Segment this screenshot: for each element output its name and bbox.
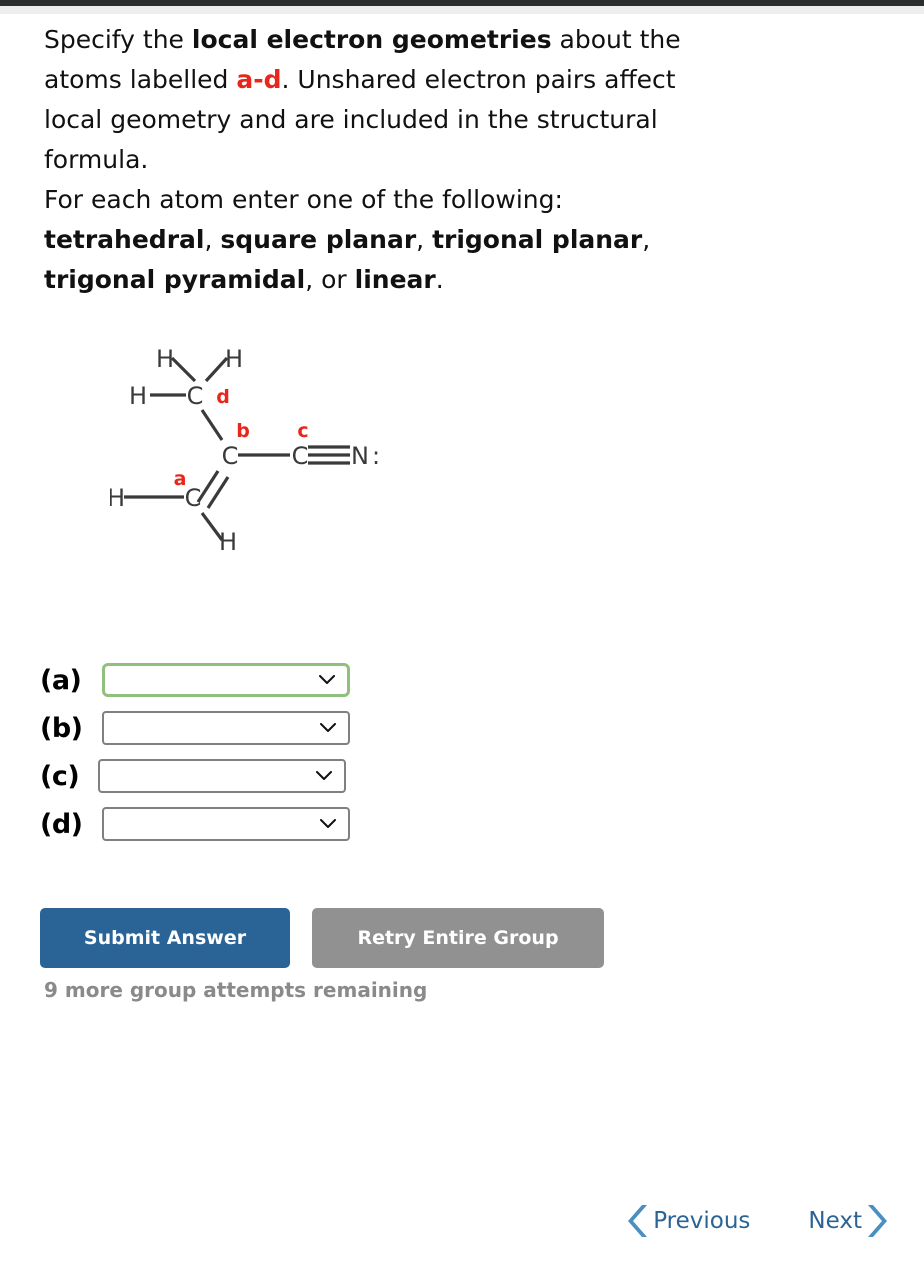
atom-h-left-lower: H [110, 484, 125, 512]
option-square-planar: square planar [220, 225, 417, 254]
chevron-left-icon [627, 1202, 651, 1240]
geometry-select-d[interactable] [102, 807, 350, 841]
atom-h-top-right: H [225, 345, 243, 373]
prompt-label-range-a-d: a-d [236, 65, 282, 94]
geometry-select-b[interactable] [102, 711, 350, 745]
answer-dropdown-list: (a) (b) (c) (d) [40, 662, 440, 854]
atom-c-methyl: C [187, 382, 204, 410]
molecule-label-c: c [297, 420, 308, 442]
prompt-line-3: local geometry and are included in the s… [44, 105, 658, 134]
atom-n-nitrile: N [351, 442, 369, 470]
answer-row-c: (c) [40, 758, 440, 794]
prompt-line-4: formula. [44, 145, 149, 174]
previous-label: Previous [653, 1208, 751, 1234]
bond-methyl-center [200, 409, 224, 441]
geometry-select-a[interactable] [102, 663, 350, 697]
bond-h-methyl-upleft [170, 356, 197, 383]
answer-row-a: (a) [40, 662, 440, 698]
prompt-line-5: For each atom enter one of the following… [44, 185, 563, 214]
structural-formula-diagram: H H H C C C N : H C H d b c a [110, 325, 400, 575]
answer-row-b: (b) [40, 710, 440, 746]
chevron-right-icon [864, 1202, 888, 1240]
answer-label-b: (b) [40, 712, 83, 744]
answer-label-c: (c) [40, 760, 80, 792]
molecule-label-b: b [236, 420, 250, 442]
answer-label-d: (d) [40, 808, 83, 840]
options-line-1-end: , [642, 225, 651, 254]
prompt-emphasis-local-electron-geometries: local electron geometries [191, 25, 552, 54]
options-sep-1: , [204, 225, 221, 254]
atom-h-top-left: H [156, 345, 174, 373]
chevron-down-icon [319, 675, 335, 685]
bottom-navigation: Previous Next [627, 1202, 888, 1240]
bond-h-methyl-upright [204, 356, 229, 383]
prompt-line-1-part-3: about the [551, 25, 681, 54]
option-tetrahedral: tetrahedral [44, 225, 205, 254]
atom-c-center: C [222, 442, 239, 470]
question-prompt: Specify the local electron geometries ab… [44, 20, 844, 300]
chevron-down-icon [320, 723, 336, 733]
next-label: Next [808, 1208, 862, 1234]
option-linear: linear [354, 265, 436, 294]
prompt-line-2-part-1: atoms labelled [44, 65, 237, 94]
attempts-remaining-text: 9 more group attempts remaining [44, 978, 428, 1002]
prompt-line-2: atoms labelled a-d. Unshared electron pa… [44, 60, 844, 100]
options-sep-3: , or [305, 265, 355, 294]
toolbar-strip [0, 6, 924, 14]
answer-row-d: (d) [40, 806, 440, 842]
prompt-line-2-part-3: . Unshared electron pairs affect [281, 65, 676, 94]
atom-h-bottom: H [219, 528, 237, 556]
atom-h-left-upper: H [129, 382, 147, 410]
geometry-select-c[interactable] [98, 759, 346, 793]
submit-answer-button[interactable]: Submit Answer [40, 908, 290, 968]
previous-link[interactable]: Previous [627, 1202, 750, 1240]
molecule-label-a: a [174, 468, 187, 490]
prompt-options-line-2: trigonal pyramidal, or linear. [44, 260, 844, 300]
chevron-down-icon [316, 771, 332, 781]
prompt-line-1-part-1: Specify the [44, 25, 192, 54]
action-button-bar: Submit Answer Retry Entire Group [40, 908, 604, 968]
options-sep-2: , [416, 225, 433, 254]
answer-label-a: (a) [40, 664, 82, 696]
option-trigonal-pyramidal: trigonal pyramidal [44, 265, 306, 294]
chevron-down-icon [320, 819, 336, 829]
prompt-line-1: Specify the local electron geometries ab… [44, 20, 844, 60]
atom-c-nitrile: C [292, 442, 309, 470]
prompt-options-line-1: tetrahedral, square planar, trigonal pla… [44, 220, 844, 260]
molecule-label-d: d [216, 386, 230, 408]
atom-c-bottom: C [185, 484, 202, 512]
retry-entire-group-button[interactable]: Retry Entire Group [312, 908, 604, 968]
option-trigonal-planar: trigonal planar [432, 225, 643, 254]
options-line-2-end: . [435, 265, 444, 294]
lone-pair-nitrogen: : [372, 442, 380, 470]
next-link[interactable]: Next [808, 1202, 888, 1240]
